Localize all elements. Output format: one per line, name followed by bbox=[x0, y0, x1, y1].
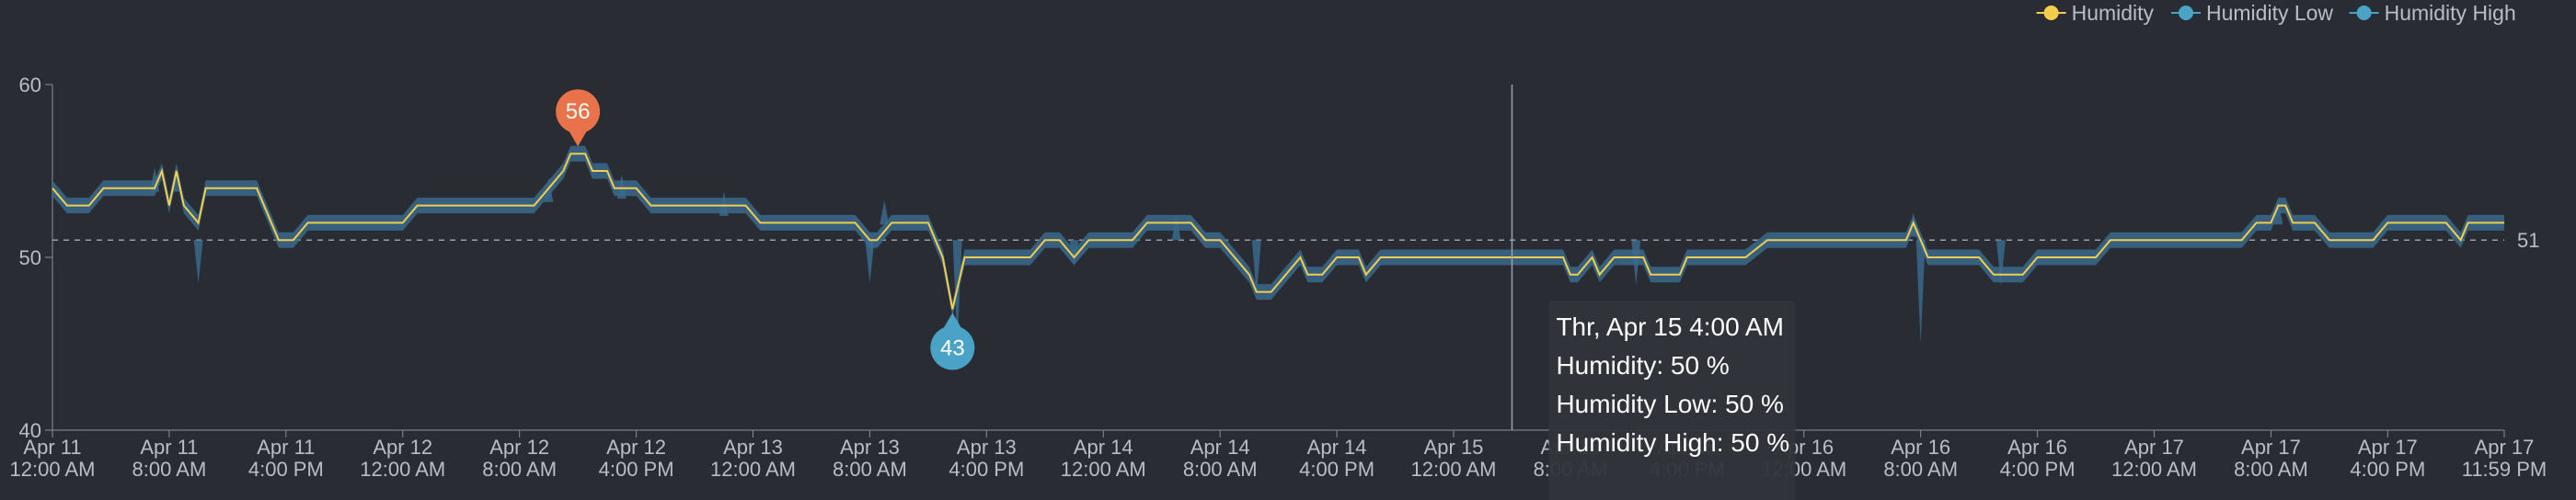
x-tick-label: Apr 11 8:00 AM bbox=[132, 436, 207, 481]
legend-dot-icon bbox=[2043, 6, 2059, 20]
x-tick-label: Apr 15 12:00 AM bbox=[1411, 436, 1497, 481]
marker-label: 43 bbox=[940, 335, 965, 360]
humidity-low-spike bbox=[193, 240, 203, 284]
x-tick-label: Apr 13 12:00 AM bbox=[710, 436, 796, 481]
reference-line-label: 51 bbox=[2517, 229, 2539, 252]
x-tick-label: Apr 17 8:00 AM bbox=[2234, 436, 2308, 481]
legend-label: Humidity bbox=[2072, 1, 2155, 25]
legend-label: Humidity Low bbox=[2206, 1, 2333, 25]
max-marker: 56 bbox=[556, 89, 601, 147]
tooltip-line: Humidity: 50 % bbox=[1556, 351, 1729, 380]
legend-item[interactable]: Humidity Low bbox=[2171, 1, 2333, 25]
x-tick-label: Apr 17 4:00 PM bbox=[2350, 436, 2425, 481]
x-tick-label: Apr 14 4:00 PM bbox=[1299, 436, 1374, 481]
x-tick-label: Apr 16 8:00 AM bbox=[1883, 436, 1958, 481]
x-tick-label: Apr 17 12:00 AM bbox=[2111, 436, 2197, 481]
legend-item[interactable]: Humidity High bbox=[2349, 1, 2516, 25]
legend-item[interactable]: Humidity bbox=[2036, 1, 2155, 25]
min-marker: 43 bbox=[930, 312, 975, 370]
marker-label: 56 bbox=[566, 99, 591, 124]
x-tick-label: Apr 11 12:00 AM bbox=[10, 436, 96, 481]
humidity-low-spike bbox=[865, 240, 875, 284]
x-tick-label: Apr 14 8:00 AM bbox=[1183, 436, 1258, 481]
humidity-low-spike bbox=[1915, 240, 1926, 344]
x-tick-label: Apr 12 8:00 AM bbox=[482, 436, 557, 481]
humidity-high-spike bbox=[880, 199, 890, 225]
x-tick-label: Apr 13 4:00 PM bbox=[949, 436, 1024, 481]
x-tick-label: Apr 17 11:59 PM bbox=[2462, 436, 2547, 481]
x-tick-label: Apr 14 12:00 AM bbox=[1061, 436, 1146, 481]
humidity-range-band bbox=[52, 145, 2504, 317]
legend-dot-icon bbox=[2356, 6, 2372, 20]
y-tick-label: 60 bbox=[19, 74, 41, 97]
tooltip-line: Humidity High: 50 % bbox=[1556, 428, 1789, 457]
tooltip: Thr, Apr 15 4:00 AM Humidity: 50 % Humidit… bbox=[1548, 301, 1796, 500]
humidity-chart: 40 50 60 Apr 11 12:00 AM Apr 11 8:00 AM Apr 11 4… bbox=[0, 0, 2576, 500]
tooltip-line: Humidity Low: 50 % bbox=[1556, 390, 1783, 418]
tooltip-title: Thr, Apr 15 4:00 AM bbox=[1556, 312, 1783, 341]
humidity-chart-svg: 405060Apr 11 12:00 AMApr 11 8:00 AMApr 11 4… bbox=[10, 1, 2547, 500]
legend: Humidity Humidity Low Humidity High bbox=[2036, 1, 2516, 25]
x-tick-label: Apr 12 4:00 PM bbox=[599, 436, 674, 481]
x-tick-label: Apr 16 4:00 PM bbox=[2000, 436, 2076, 481]
x-tick-label: Apr 13 8:00 AM bbox=[833, 436, 907, 481]
x-tick-label: Apr 11 4:00 PM bbox=[248, 436, 324, 481]
legend-label: Humidity High bbox=[2385, 1, 2516, 25]
y-tick-label: 50 bbox=[19, 246, 41, 269]
x-tick-label: Apr 12 12:00 AM bbox=[360, 436, 445, 481]
legend-dot-icon bbox=[2179, 6, 2193, 20]
